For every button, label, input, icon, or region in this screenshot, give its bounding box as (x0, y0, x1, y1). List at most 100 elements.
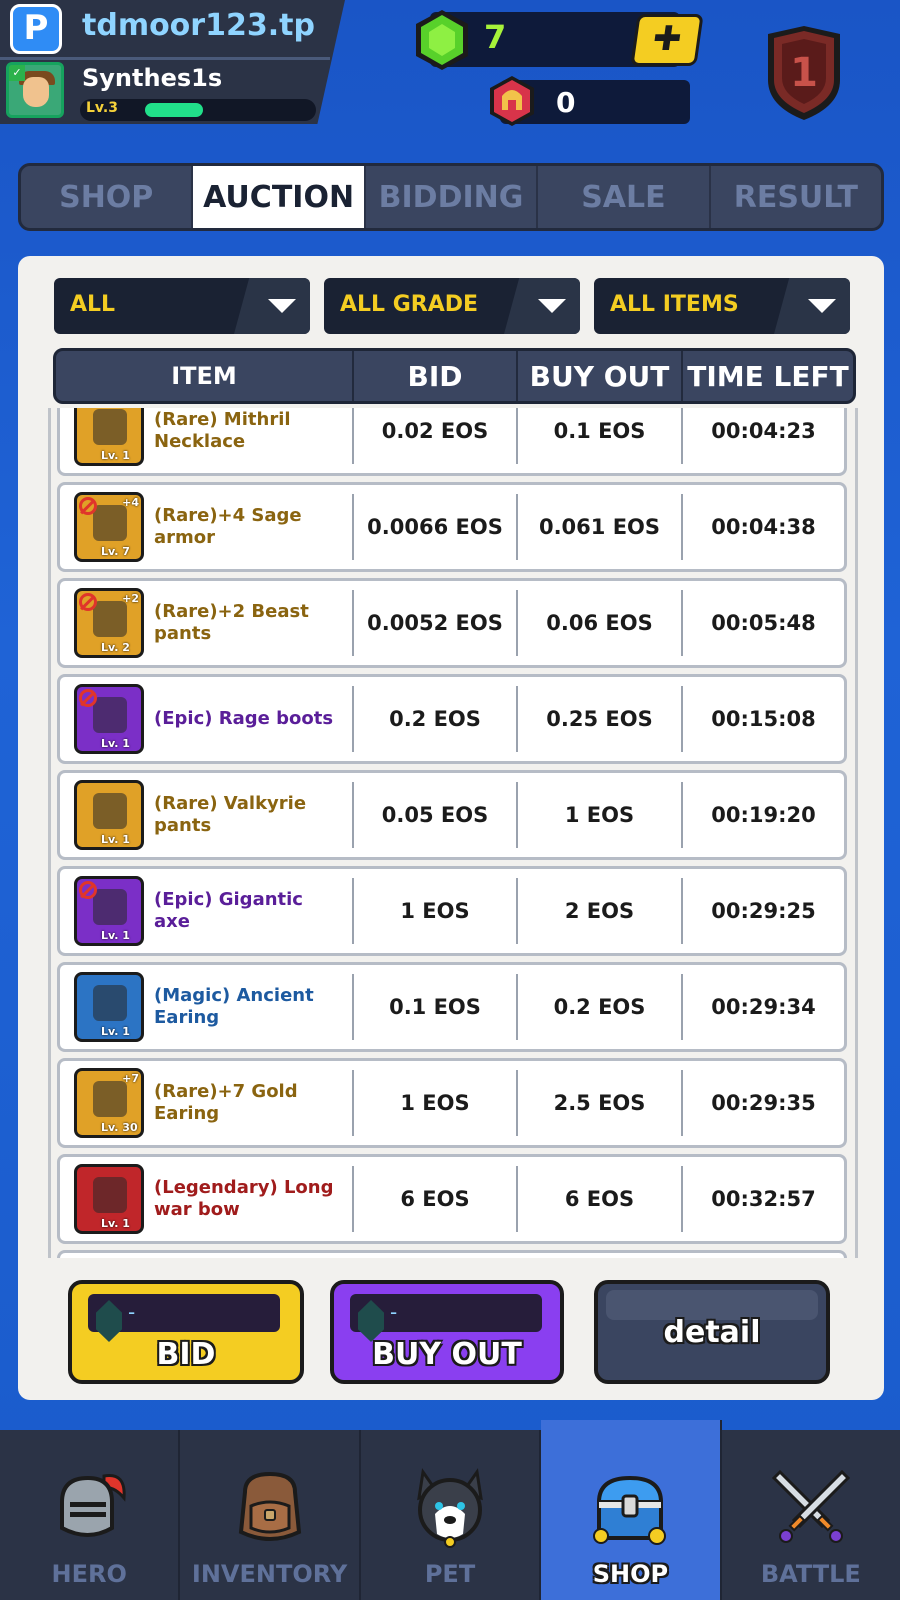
time-left-cell: 00:29:25 (681, 878, 844, 944)
item-name: (Epic) Gigantic axe (154, 889, 303, 932)
auction-row[interactable]: Lv. 1 (Rare) Mithril Necklace 0.02 EOS 0.1 … (57, 408, 847, 476)
gem-count: 7 (484, 18, 507, 56)
item-level: Lv. 7 (101, 545, 130, 558)
auction-row[interactable]: Lv. 1 (Legendary) Long war bow 6 EOS 6 EOS 0… (57, 1154, 847, 1244)
item-level: Lv. 30 (101, 1121, 138, 1134)
item-cell: Lv. 1 (Legendary) Long war bow (60, 1164, 352, 1234)
grade-filter-dropdown[interactable]: ALL GRADE (324, 278, 580, 334)
bottom-navigation: HERO INVENTORY PET SHOP BATTLE (0, 1420, 900, 1600)
auction-row[interactable]: +2 Lv. 2 (Rare)+2 Beast pants 0.0052 EOS 0.0… (57, 578, 847, 668)
item-level: Lv. 1 (101, 929, 130, 942)
avatar-face (23, 77, 49, 107)
nav-hero[interactable]: HERO (0, 1430, 181, 1600)
item-name: (Rare) Valkyrie pants (154, 793, 307, 836)
nav-pet[interactable]: PET (361, 1430, 542, 1600)
not-equippable-icon (79, 881, 97, 899)
item-name: (Rare)+2 Beast pants (154, 601, 309, 644)
tab-sale[interactable]: SALE (538, 166, 711, 228)
tab-auction[interactable]: AUCTION (193, 166, 366, 228)
player-name: Synthes1s (82, 64, 223, 92)
time-left-cell: 00:19:20 (681, 782, 844, 848)
husky-pet-icon (417, 1468, 483, 1548)
verified-icon: ✓ (9, 65, 25, 81)
item-art (93, 1177, 127, 1213)
item-name: (Magic) Ancient Earing (154, 985, 314, 1028)
buyout-price-value: - (390, 1300, 398, 1324)
item-name: (Legendary) Long war bow (154, 1177, 334, 1220)
item-icon: +7 Lv. 30 (74, 1068, 144, 1138)
category-filter-dropdown[interactable]: ALL (54, 278, 310, 334)
nav-shop[interactable]: SHOP (541, 1420, 722, 1600)
item-level: Lv. 1 (101, 1217, 130, 1230)
buyout-price-display: - (350, 1294, 542, 1342)
auction-row-partial (57, 1250, 847, 1258)
filter-bar: ALL ALL GRADE ALL ITEMS (54, 278, 850, 334)
time-left-cell: 00:05:48 (681, 590, 844, 656)
tab-result[interactable]: RESULT (711, 166, 881, 228)
item-cell: Lv. 1 (Epic) Rage boots (60, 684, 352, 754)
auction-row[interactable]: +7 Lv. 30 (Rare)+7 Gold Earing 1 EOS 2.5 EOS… (57, 1058, 847, 1148)
item-art (93, 409, 127, 445)
nav-label: BATTLE (760, 1560, 861, 1588)
bid-cell: 1 EOS (352, 1070, 516, 1136)
treasure-chest-icon (593, 1475, 667, 1545)
account-username: tdmoor123.tp (82, 8, 315, 43)
item-level: Lv. 1 (101, 737, 130, 750)
column-header-time-left[interactable]: TIME LEFT (683, 351, 853, 401)
item-level: Lv. 1 (101, 1025, 130, 1038)
auction-panel: ALL ALL GRADE ALL ITEMS ITEM BID BUY OUT… (18, 256, 884, 1400)
item-name: (Epic) Rage boots (154, 708, 334, 729)
column-header-item[interactable]: ITEM (56, 351, 354, 401)
auction-row[interactable]: Lv. 1 (Epic) Rage boots 0.2 EOS 0.25 EOS 00:… (57, 674, 847, 764)
chevron-down-icon (504, 278, 580, 334)
column-header-bid[interactable]: BID (354, 351, 518, 401)
auction-row[interactable]: Lv. 1 (Rare) Valkyrie pants 0.05 EOS 1 EOS 0… (57, 770, 847, 860)
bid-price-value: - (128, 1300, 136, 1324)
player-avatar[interactable]: ✓ (6, 62, 64, 118)
bid-cell: 0.05 EOS (352, 782, 516, 848)
item-art (93, 793, 127, 829)
detail-button-label: detail (663, 1315, 761, 1350)
item-art (93, 697, 127, 733)
item-type-filter-dropdown[interactable]: ALL ITEMS (594, 278, 850, 334)
buyout-button[interactable]: - BUY OUT (330, 1280, 564, 1384)
auction-list[interactable]: Lv. 1 (Rare) Mithril Necklace 0.02 EOS 0.1 … (48, 408, 858, 1258)
detail-button[interactable]: detail (594, 1280, 830, 1384)
bid-cell: 1 EOS (352, 878, 516, 944)
bid-button[interactable]: - BID (68, 1280, 304, 1384)
buyout-cell: 0.061 EOS (516, 494, 681, 560)
enhance-level: +4 (122, 496, 139, 509)
nav-inventory[interactable]: INVENTORY (180, 1430, 361, 1600)
level-label: Lv.3 (86, 100, 118, 116)
not-equippable-icon (79, 689, 97, 707)
item-icon: Lv. 1 (74, 876, 144, 946)
shop-tabs: SHOP AUCTION BIDDING SALE RESULT (18, 163, 884, 231)
level-progress-fill (145, 103, 203, 117)
not-equippable-icon (79, 497, 97, 515)
bid-price-display: - (88, 1294, 280, 1342)
bid-button-label: BID (156, 1337, 216, 1372)
item-icon: Lv. 1 (74, 780, 144, 850)
auction-row[interactable]: +4 Lv. 7 (Rare)+4 Sage armor 0.0066 EOS 0.06… (57, 482, 847, 572)
crossed-swords-icon (771, 1469, 850, 1543)
rank-shield-icon[interactable]: 1 (760, 24, 848, 122)
add-gems-button[interactable]: ✚ (630, 14, 704, 66)
nav-battle[interactable]: BATTLE (722, 1430, 900, 1600)
spartan-helmet-icon (490, 76, 534, 126)
auction-row[interactable]: Lv. 1 (Epic) Gigantic axe 1 EOS 2 EOS 00:29:… (57, 866, 847, 956)
buyout-cell: 6 EOS (516, 1166, 681, 1232)
tab-shop[interactable]: SHOP (21, 166, 194, 228)
bid-cell: 0.0066 EOS (352, 494, 516, 560)
app-logo[interactable]: P (10, 4, 62, 54)
item-icon: +4 Lv. 7 (74, 492, 144, 562)
buyout-button-label: BUY OUT (372, 1337, 522, 1372)
nav-label: SHOP (592, 1560, 669, 1588)
item-level: Lv. 2 (101, 641, 130, 654)
item-art (93, 985, 127, 1021)
item-icon: Lv. 1 (74, 408, 144, 466)
knight-helmet-icon (60, 1473, 126, 1537)
tab-bidding[interactable]: BIDDING (366, 166, 539, 228)
auction-row[interactable]: Lv. 1 (Magic) Ancient Earing 0.1 EOS 0.2 EO… (57, 962, 847, 1052)
column-header-buyout[interactable]: BUY OUT (518, 351, 683, 401)
green-gem-icon (416, 10, 468, 70)
